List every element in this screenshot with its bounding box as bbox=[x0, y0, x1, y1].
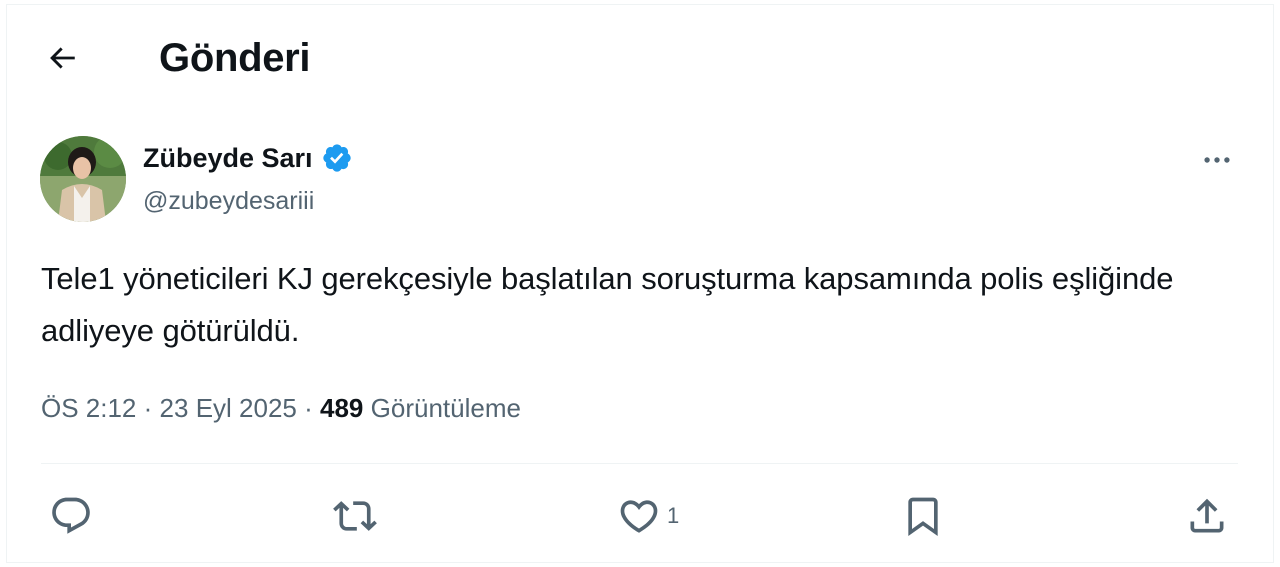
share-icon bbox=[1190, 498, 1224, 533]
heart-icon bbox=[620, 500, 658, 533]
verified-badge-icon bbox=[322, 144, 351, 172]
reply-button[interactable] bbox=[49, 492, 93, 540]
author-display-name: Zübeyde Sarı bbox=[143, 143, 313, 173]
divider bbox=[41, 463, 1238, 464]
tweet-time[interactable]: ÖS 2:12 bbox=[41, 393, 136, 423]
meta-separator: · bbox=[143, 393, 153, 423]
share-button[interactable] bbox=[1185, 492, 1229, 540]
more-horizontal-icon bbox=[1204, 157, 1230, 163]
tweet-text: Tele1 yöneticileri KJ gerekçesiyle başla… bbox=[41, 261, 1174, 348]
repost-button[interactable] bbox=[333, 492, 377, 540]
like-button[interactable]: 1 bbox=[617, 492, 679, 540]
reply-icon bbox=[52, 497, 90, 534]
bookmark-icon bbox=[908, 497, 938, 537]
more-options-button[interactable] bbox=[1193, 140, 1241, 180]
avatar[interactable] bbox=[40, 136, 126, 222]
views-label: Görüntüleme bbox=[370, 393, 521, 423]
author-display-name-row[interactable]: Zübeyde Sarı bbox=[143, 142, 353, 174]
avatar-image bbox=[40, 136, 126, 222]
repost-icon bbox=[333, 501, 377, 531]
bookmark-button[interactable] bbox=[901, 492, 945, 540]
meta-separator: · bbox=[304, 393, 313, 423]
arrow-left-icon bbox=[50, 47, 75, 69]
like-count: 1 bbox=[667, 503, 680, 528]
tweet-metadata: ÖS 2:12 · 23 Eyl 2025 · 489 Görüntüleme bbox=[41, 390, 521, 426]
author-handle[interactable]: @zubeydesariii bbox=[143, 185, 314, 217]
tweet-date[interactable]: 23 Eyl 2025 bbox=[160, 393, 297, 423]
back-button[interactable] bbox=[38, 38, 86, 78]
page-title: Gönderi bbox=[159, 36, 311, 80]
views-count: 489 bbox=[320, 393, 364, 423]
